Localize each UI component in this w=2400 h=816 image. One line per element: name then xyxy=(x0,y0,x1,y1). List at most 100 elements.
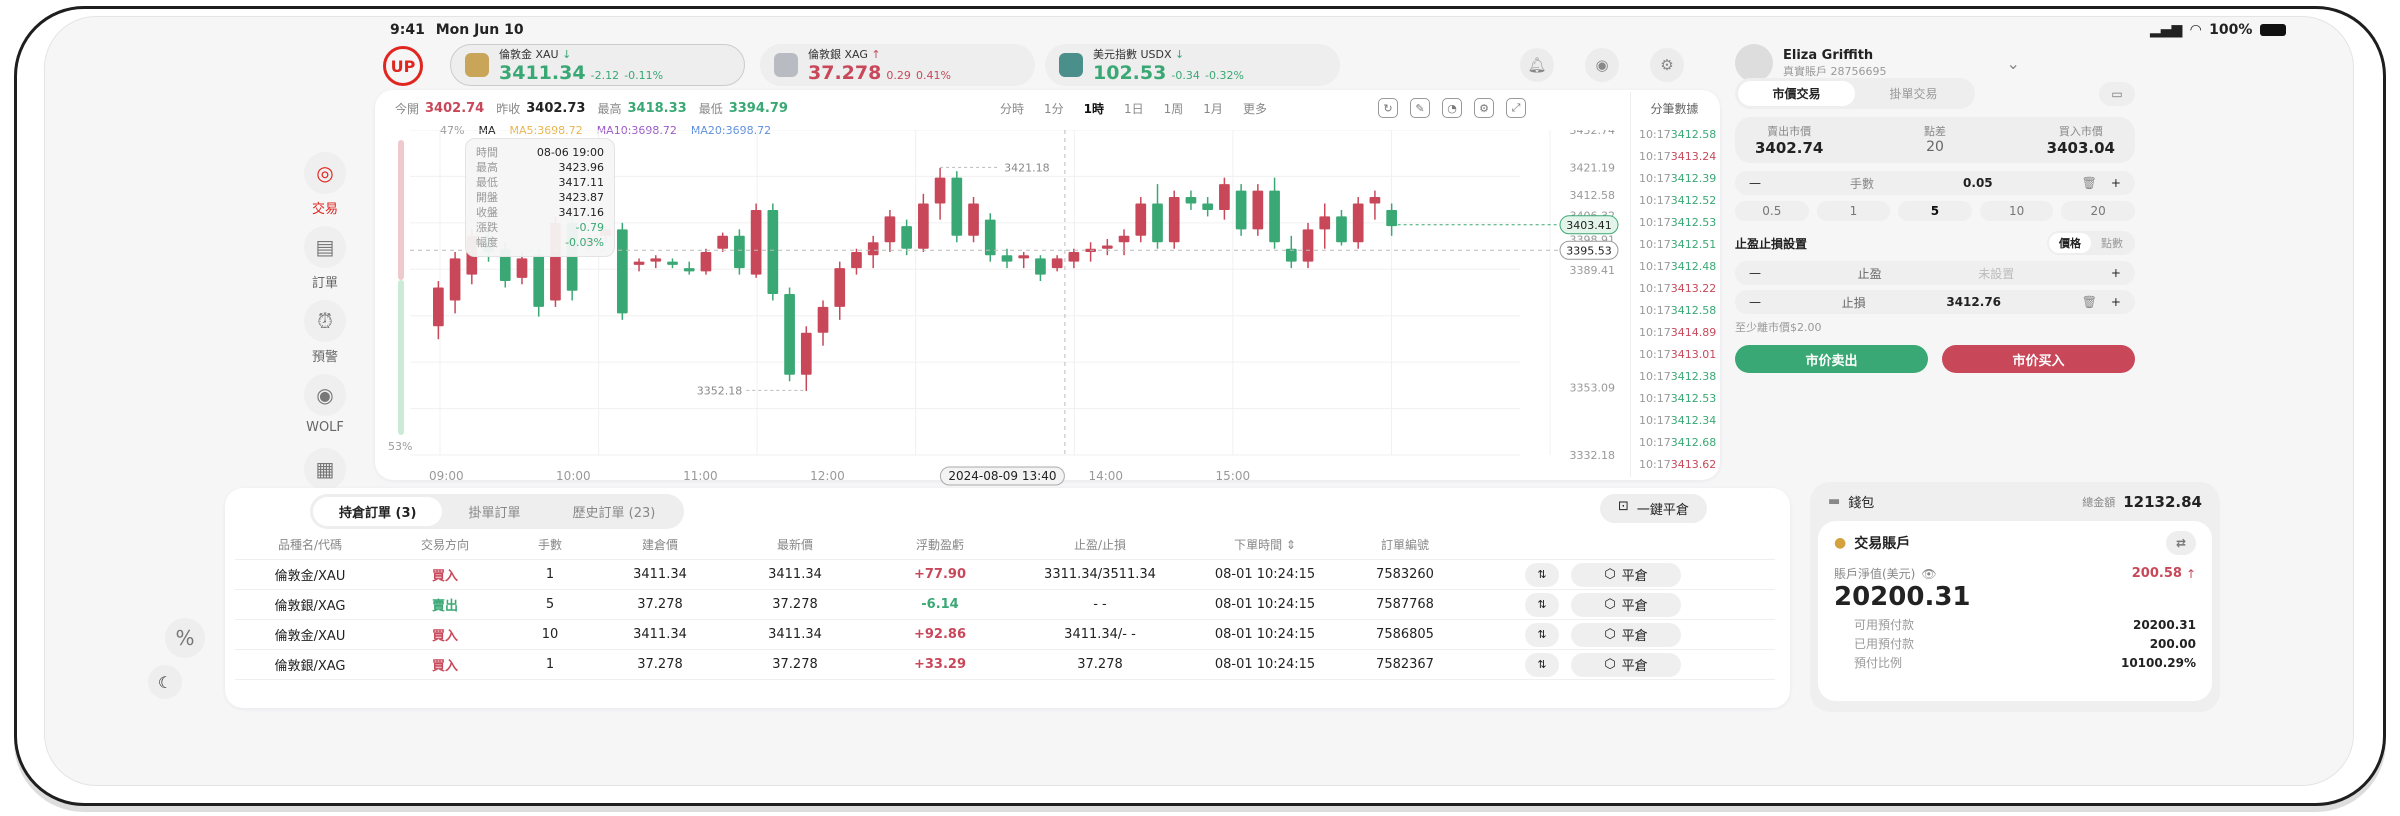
candle-body xyxy=(1219,184,1230,210)
chart-settings-icon[interactable]: ⚙ xyxy=(1474,98,1494,118)
cell-dir: 買入 xyxy=(431,659,458,674)
sidebar-item-1[interactable]: ▤ 訂單 xyxy=(290,226,360,291)
tick-time: 10:17 xyxy=(1639,435,1671,449)
minus-icon[interactable]: — xyxy=(1749,176,1761,190)
quick-lot-button[interactable]: 1 xyxy=(1816,201,1891,221)
plus-icon[interactable]: + xyxy=(2111,295,2121,309)
stop-loss-stepper[interactable]: — 止損 3412.76 🗑︎ + xyxy=(1735,290,2135,314)
reverse-icon[interactable]: ⇅ xyxy=(1525,562,1559,587)
mode-price[interactable]: 價格 xyxy=(2049,233,2091,253)
sidebar-item-2[interactable]: ⏰︎ 預警 xyxy=(290,300,360,365)
period-tab[interactable]: 更多 xyxy=(1243,100,1267,117)
reverse-icon[interactable]: ⇅ xyxy=(1525,592,1559,617)
sidebar-item-3[interactable]: ◉ WOLF xyxy=(290,374,360,435)
reverse-icon[interactable]: ⇅ xyxy=(1525,622,1559,647)
wallet-row-value: 200.00 xyxy=(2149,637,2196,651)
minus-icon[interactable]: — xyxy=(1749,266,1761,280)
period-tab[interactable]: 1分 xyxy=(1044,100,1064,117)
sl-label: 止損 xyxy=(1841,295,1866,310)
close-position-button[interactable]: ⬡ 平倉 xyxy=(1571,592,1681,617)
check-icon: ⬡ xyxy=(1604,627,1616,642)
tab-market[interactable]: 市價交易 xyxy=(1738,81,1855,106)
sidebar-item-0[interactable]: ◎ 交易 xyxy=(290,152,360,217)
high-marker-label: 3421.18 xyxy=(1004,161,1050,174)
wallet-icon: ▬ xyxy=(1828,494,1841,509)
tick-price: 3412.48 xyxy=(1670,259,1717,273)
tab-pending[interactable]: 掛單交易 xyxy=(1855,81,1972,106)
account-title: 交易賬戶 xyxy=(1854,536,1911,552)
tick-price: 3413.24 xyxy=(1670,149,1717,163)
close-position-button[interactable]: ⬡ 平倉 xyxy=(1571,562,1681,587)
candle-body xyxy=(1302,229,1314,262)
close-position-button[interactable]: ⬡ 平倉 xyxy=(1571,652,1681,677)
table-row[interactable]: 倫敦銀/XAG 買入 1 37.278 37.278 +33.29 37.278 08-01 … xyxy=(235,650,1775,680)
lots-value[interactable]: 0.05 xyxy=(1963,176,1993,190)
close-all-icon: ⊡ xyxy=(1618,499,1629,514)
candle-body xyxy=(667,261,678,265)
chat-icon[interactable]: ◉ xyxy=(1585,48,1619,82)
trash-icon[interactable]: 🗑︎ xyxy=(2082,176,2097,190)
close-all-button[interactable]: ⊡ 一鍵平倉 xyxy=(1600,494,1707,523)
order-tab[interactable]: 掛單訂單 xyxy=(442,497,546,526)
period-tab[interactable]: 1月 xyxy=(1203,100,1223,117)
quick-lot-button[interactable]: 20 xyxy=(2061,201,2135,221)
refresh-icon[interactable]: ↻ xyxy=(1378,98,1398,118)
market-buy-button[interactable]: 市价买入 xyxy=(1942,345,2135,373)
quick-lot-button[interactable]: 10 xyxy=(1979,201,2054,221)
layout-icon[interactable]: ▭ xyxy=(2099,81,2135,106)
order-tab[interactable]: 歷史訂單 (23) xyxy=(546,497,681,526)
tick-list: 分筆數據 10:17 3412.58 10:17 3413.24 10:17 3412.3… xyxy=(1630,92,1718,477)
tick-price: 3413.62 xyxy=(1670,457,1717,471)
column-header[interactable]: 下單時間 ⇕ xyxy=(1185,536,1345,553)
sentiment-bar-down xyxy=(398,280,404,435)
column-header: 止盈/止損 xyxy=(1073,538,1127,552)
candle-body xyxy=(1101,245,1113,249)
plus-icon[interactable]: + xyxy=(2111,176,2121,190)
take-profit-stepper[interactable]: — 止盈 未設置 + xyxy=(1735,261,2135,285)
y-axis-label: 3432.74 xyxy=(1570,130,1616,137)
bell-icon[interactable]: 🔔︎ xyxy=(1520,48,1554,82)
ticker-card[interactable]: 美元指數 USDX ↓ 102.53 -0.34 -0.32% xyxy=(1045,44,1340,86)
close-position-button[interactable]: ⬡ 平倉 xyxy=(1571,622,1681,647)
table-row[interactable]: 倫敦銀/XAG 賣出 5 37.278 37.278 -6.14 - - 08-01 10:2… xyxy=(235,590,1775,620)
theme-icon[interactable]: ☾ xyxy=(148,665,182,699)
tick-row: 10:17 3413.01 xyxy=(1631,343,1718,365)
cell-time: 08-01 10:24:15 xyxy=(1214,657,1316,672)
reverse-icon[interactable]: ⇅ xyxy=(1525,652,1559,677)
brand-logo[interactable]: UP xyxy=(383,46,423,86)
candle-body xyxy=(633,261,645,265)
period-tab[interactable]: 1周 xyxy=(1164,100,1184,117)
market-sell-button[interactable]: 市价卖出 xyxy=(1735,345,1928,373)
ticker-card[interactable]: 倫敦銀 XAG ↑ 37.278 0.29 0.41% xyxy=(760,44,1035,86)
plus-icon[interactable]: + xyxy=(2111,266,2121,280)
trade-icon: ◎ xyxy=(304,152,346,194)
draw-icon[interactable]: ✎ xyxy=(1410,98,1430,118)
transfer-icon[interactable]: ⇄ xyxy=(2166,531,2196,555)
eye-icon[interactable]: 👁︎ xyxy=(1921,567,1936,581)
quick-lot-button[interactable]: 5 xyxy=(1898,201,1972,221)
indicator-icon[interactable]: ◔ xyxy=(1442,98,1462,118)
settings-icon[interactable]: ⚙ xyxy=(1650,48,1684,82)
order-tab[interactable]: 持倉訂單 (3) xyxy=(313,497,443,526)
lots-stepper[interactable]: — 手數 0.05 🗑︎ + xyxy=(1735,171,2135,195)
period-tab[interactable]: 分時 xyxy=(1000,100,1024,117)
table-row[interactable]: 倫敦金/XAU 買入 1 3411.34 3411.34 +77.90 3311.34/35… xyxy=(235,560,1775,590)
stat-label: 最高 xyxy=(597,102,622,116)
user-menu[interactable]: Eliza Griffith 真實賬戶 28756695 ⌄ xyxy=(1735,44,2020,82)
mode-points[interactable]: 點數 xyxy=(2091,233,2133,253)
candle-body xyxy=(1386,209,1397,227)
table-row[interactable]: 倫敦金/XAU 買入 10 3411.34 3411.34 +92.86 3411.34/-… xyxy=(235,620,1775,650)
ticker-card[interactable]: 倫敦金 XAU ↓ 3411.34 -2.12 -0.11% xyxy=(450,44,745,86)
period-tab[interactable]: 1時 xyxy=(1084,100,1104,117)
trash-icon[interactable]: 🗑︎ xyxy=(2082,295,2097,309)
fullscreen-icon[interactable]: ⤢ xyxy=(1506,98,1526,118)
sl-value[interactable]: 3412.76 xyxy=(1946,295,2001,309)
quick-lot-button[interactable]: 0.5 xyxy=(1735,201,1809,221)
chevron-down-icon[interactable]: ⌄ xyxy=(2007,54,2020,73)
period-tab[interactable]: 1日 xyxy=(1124,100,1144,117)
minus-icon[interactable]: — xyxy=(1749,295,1761,309)
candle-body xyxy=(1269,190,1280,243)
percent-icon[interactable]: % xyxy=(165,618,205,658)
tp-value[interactable]: 未設置 xyxy=(1978,265,2014,282)
cell-lots: 1 xyxy=(545,567,555,582)
